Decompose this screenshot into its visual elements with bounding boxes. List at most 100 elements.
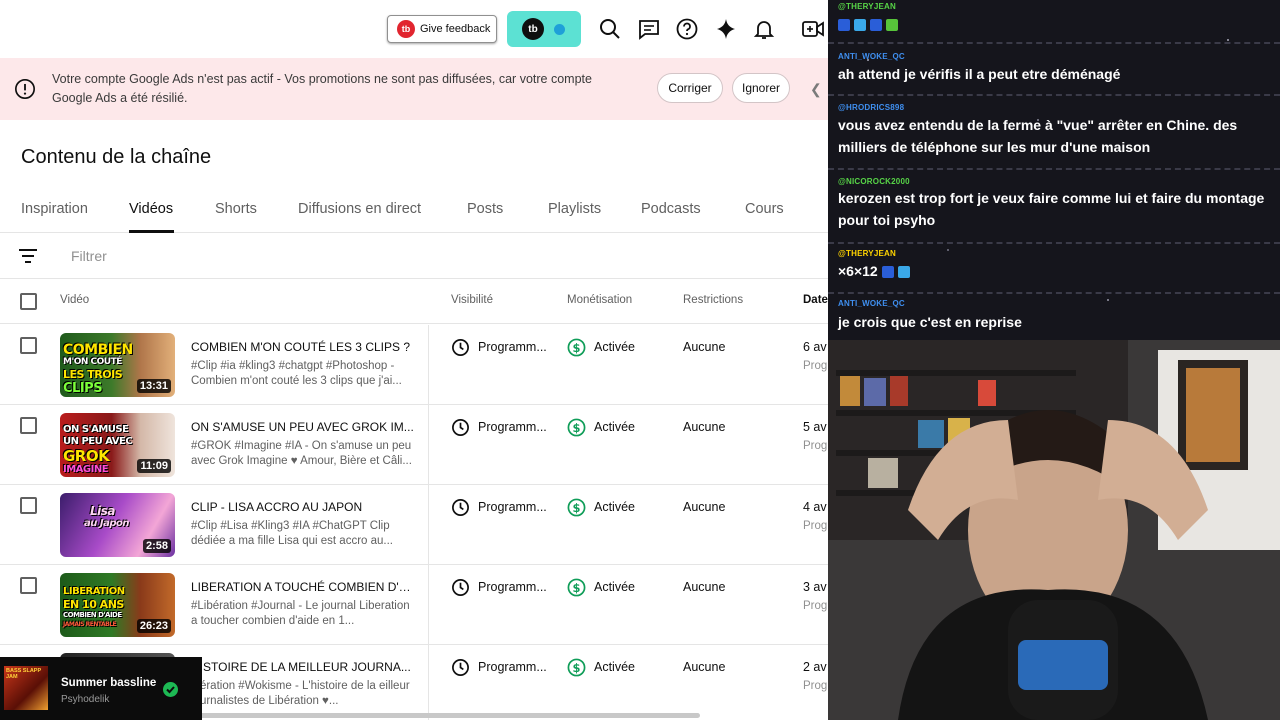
video-thumbnail[interactable]: COMBIEN M'ON COUTÉ LES TROIS CLIPS 13:31 bbox=[60, 333, 175, 397]
tab-posts[interactable]: Posts bbox=[467, 201, 503, 217]
video-description: #GROK #Imagine #IA - On s'amuse un peu a… bbox=[191, 440, 412, 467]
header-monetization[interactable]: Monétisation bbox=[567, 294, 632, 306]
chat-text: ×6×12 bbox=[838, 260, 1270, 282]
chat-username: ANTI_WOKE_QC bbox=[838, 52, 905, 61]
tab-inspiration[interactable]: Inspiration bbox=[21, 201, 88, 217]
chat-username: @THERYJEAN bbox=[838, 2, 896, 11]
clock-icon bbox=[452, 499, 469, 516]
video-title[interactable]: CLIP - LISA ACCRO AU JAPON bbox=[191, 500, 416, 514]
status-dot-icon bbox=[554, 23, 565, 35]
visibility-status[interactable]: Programm... bbox=[478, 340, 547, 354]
header-restrictions[interactable]: Restrictions bbox=[683, 294, 743, 306]
thumb-text: EN 10 ANS bbox=[63, 598, 124, 611]
svg-text:$: $ bbox=[573, 421, 581, 435]
chat-text-value: ×6×12 bbox=[838, 263, 878, 279]
sparkle-icon[interactable] bbox=[714, 17, 738, 41]
dollar-icon: $ bbox=[567, 578, 586, 597]
visibility-status[interactable]: Programm... bbox=[478, 580, 547, 594]
ignore-button[interactable]: Ignorer bbox=[732, 73, 790, 103]
video-title[interactable]: LIBERATION A TOUCHÉ COMBIEN D'A... bbox=[191, 580, 416, 594]
video-title[interactable]: COMBIEN M'ON COUTÉ LES 3 CLIPS ? bbox=[191, 340, 416, 354]
table-row[interactable]: COMBIEN M'ON COUTÉ LES TROIS CLIPS 13:31… bbox=[0, 325, 828, 405]
row-checkbox[interactable] bbox=[20, 497, 37, 514]
monetization-status[interactable]: Activée bbox=[594, 420, 635, 434]
header-date[interactable]: Date bbox=[803, 294, 828, 306]
tubebuddy-icon: tb bbox=[522, 18, 544, 40]
help-icon[interactable] bbox=[675, 17, 699, 41]
feedback-icon[interactable] bbox=[637, 17, 661, 41]
filter-icon[interactable] bbox=[18, 247, 38, 265]
table-row[interactable]: LIBERATION EN 10 ANS COMBIEN D'AIDE JAMA… bbox=[0, 565, 828, 645]
tubebuddy-toggle-button[interactable]: tb bbox=[507, 11, 581, 47]
row-checkbox[interactable] bbox=[20, 417, 37, 434]
duration-badge: 13:31 bbox=[136, 379, 171, 393]
tab-videos[interactable]: Vidéos bbox=[129, 201, 173, 217]
video-thumbnail[interactable]: Lisa au Japon 2:58 bbox=[60, 493, 175, 557]
duration-badge: 2:58 bbox=[142, 539, 171, 553]
date-value: 5 av bbox=[803, 420, 827, 434]
dollar-icon: $ bbox=[567, 418, 586, 437]
row-checkbox[interactable] bbox=[20, 337, 37, 354]
row-checkbox[interactable] bbox=[20, 577, 37, 594]
tab-podcasts[interactable]: Podcasts bbox=[641, 201, 701, 217]
thumb-text: LES TROIS bbox=[63, 368, 123, 381]
filter-input[interactable]: Filtrer bbox=[71, 248, 107, 264]
header-visibility[interactable]: Visibilité bbox=[451, 294, 493, 306]
video-title[interactable]: ON S'AMUSE UN PEU AVEC GROK IM... bbox=[191, 420, 416, 434]
visibility-status[interactable]: Programm... bbox=[478, 660, 547, 674]
table-header: Vidéo Visibilité Monétisation Restrictio… bbox=[0, 280, 828, 324]
create-video-icon[interactable] bbox=[801, 17, 825, 41]
fix-button[interactable]: Corriger bbox=[657, 73, 723, 103]
video-description: ibération #Wokisme - L'histoire de la ei… bbox=[191, 680, 410, 707]
visibility-status[interactable]: Programm... bbox=[478, 500, 547, 514]
date-status: Prog bbox=[803, 600, 828, 612]
monetization-status[interactable]: Activée bbox=[594, 340, 635, 354]
tab-playlists[interactable]: Playlists bbox=[548, 201, 601, 217]
monetization-status[interactable]: Activée bbox=[594, 660, 635, 674]
column-divider bbox=[428, 325, 429, 405]
column-divider bbox=[428, 485, 429, 565]
video-thumbnail[interactable]: LIBERATION EN 10 ANS COMBIEN D'AIDE JAMA… bbox=[60, 573, 175, 637]
tab-shorts[interactable]: Shorts bbox=[215, 201, 257, 217]
thumb-text: LIBERATION bbox=[63, 586, 125, 597]
date-status: Prog bbox=[803, 440, 828, 452]
duration-badge: 26:23 bbox=[136, 619, 171, 633]
top-bar: tb Give feedback tb bbox=[0, 0, 828, 58]
horizontal-scrollbar[interactable] bbox=[190, 713, 700, 718]
date-status: Prog bbox=[803, 520, 828, 532]
tubebuddy-logo-icon: tb bbox=[397, 20, 415, 38]
video-title[interactable]: HISTOIRE DE LA MEILLEUR JOURNA... bbox=[191, 660, 416, 674]
monetization-status[interactable]: Activée bbox=[594, 580, 635, 594]
column-divider bbox=[428, 645, 429, 720]
fish-emote-icon bbox=[897, 266, 910, 279]
date-value: 6 av bbox=[803, 340, 827, 354]
chevron-left-icon[interactable]: ❮ bbox=[810, 81, 822, 98]
thumb-text: M'ON COUTÉ bbox=[63, 357, 122, 367]
chat-username: @NICOROCK2000 bbox=[838, 177, 910, 186]
date-status: Prog bbox=[803, 680, 828, 692]
visibility-status[interactable]: Programm... bbox=[478, 420, 547, 434]
restrictions-status: Aucune bbox=[683, 660, 726, 674]
fish-emote-icon bbox=[854, 18, 866, 31]
video-thumbnail[interactable]: ON S'AMUSE UN PEU AVEC GROK IMAGINE 11:0… bbox=[60, 413, 175, 477]
bell-icon[interactable] bbox=[752, 17, 776, 41]
search-icon[interactable] bbox=[598, 17, 622, 41]
table-row[interactable]: Lisa au Japon 2:58 CLIP - LISA ACCRO AU … bbox=[0, 485, 828, 565]
content-tabs: Inspiration Vidéos Shorts Diffusions en … bbox=[0, 190, 828, 233]
svg-text:$: $ bbox=[573, 341, 581, 355]
clock-icon bbox=[452, 659, 469, 676]
tab-courses[interactable]: Cours bbox=[745, 201, 784, 217]
give-feedback-button[interactable]: tb Give feedback bbox=[387, 15, 497, 43]
thumb-text: IMAGINE bbox=[63, 464, 109, 475]
chat-message: @NICOROCK2000 kerozen est trop fort je v… bbox=[828, 172, 1280, 244]
monetization-status[interactable]: Activée bbox=[594, 500, 635, 514]
table-row[interactable]: ON S'AMUSE UN PEU AVEC GROK IMAGINE 11:0… bbox=[0, 405, 828, 485]
tab-live[interactable]: Diffusions en direct bbox=[298, 201, 421, 217]
column-divider bbox=[428, 405, 429, 485]
album-art: BASS SLAPP JAM bbox=[4, 666, 48, 710]
date-value: 4 av bbox=[803, 500, 827, 514]
svg-text:$: $ bbox=[573, 661, 581, 675]
chat-message: @HRODRICS898 vous avez entendu de la fer… bbox=[828, 98, 1280, 170]
clock-icon bbox=[452, 419, 469, 436]
select-all-checkbox[interactable] bbox=[20, 293, 37, 310]
